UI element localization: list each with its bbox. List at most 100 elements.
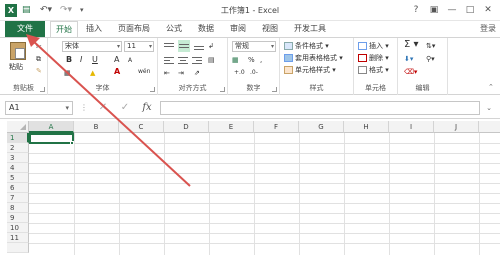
font-color-button[interactable]: A: [114, 67, 120, 77]
maximize-icon[interactable]: □: [464, 4, 476, 16]
format-as-table-button[interactable]: 套用表格格式 ▾: [284, 53, 343, 63]
spreadsheet-grid[interactable]: A B C D E F G H I J 1 2 3 4 5 6 7 8 9 10…: [0, 121, 500, 255]
shrink-font-button[interactable]: A: [128, 56, 132, 66]
tab-review[interactable]: 审阅: [230, 21, 246, 37]
conditional-formatting-button[interactable]: 条件格式 ▾: [284, 41, 329, 51]
number-format-combo[interactable]: 常规 ▾: [232, 41, 276, 52]
increase-indent-icon[interactable]: ⇥: [178, 68, 184, 78]
column-header-b[interactable]: B: [74, 121, 119, 133]
bold-button[interactable]: B: [66, 55, 72, 65]
column-header-f[interactable]: F: [254, 121, 299, 133]
formula-input[interactable]: [160, 101, 480, 115]
expand-formula-bar-icon[interactable]: ⌄: [484, 101, 494, 115]
row-header-4[interactable]: 4: [7, 163, 29, 173]
tab-view[interactable]: 视图: [262, 21, 278, 37]
column-header-d[interactable]: D: [164, 121, 209, 133]
format-cells-label: 格式: [369, 66, 383, 74]
column-header-g[interactable]: G: [299, 121, 344, 133]
number-format-value: 常规: [235, 42, 249, 50]
tab-page-layout[interactable]: 页面布局: [118, 21, 150, 37]
row-header-8[interactable]: 8: [7, 203, 29, 213]
active-cell-a1[interactable]: [29, 133, 74, 144]
column-header-h[interactable]: H: [344, 121, 389, 133]
tab-insert[interactable]: 插入: [86, 21, 102, 37]
decrease-decimal-icon[interactable]: .0-: [250, 68, 258, 78]
percent-button[interactable]: %: [248, 55, 255, 65]
align-left-icon[interactable]: [164, 56, 174, 64]
wrap-text-icon[interactable]: ↲: [208, 41, 214, 51]
border-icon[interactable]: ▦: [64, 68, 71, 78]
underline-button[interactable]: U: [92, 55, 98, 65]
ribbon-display-options-icon[interactable]: ▣: [428, 4, 440, 16]
row-header-3[interactable]: 3: [7, 153, 29, 163]
find-select-icon[interactable]: ⚲▾: [426, 54, 435, 64]
font-name-combo[interactable]: 宋体 ▾: [62, 41, 122, 52]
minimize-icon[interactable]: —: [446, 4, 458, 16]
column-header-a[interactable]: A: [29, 121, 74, 133]
row-header-5[interactable]: 5: [7, 173, 29, 183]
row-header-1[interactable]: 1: [7, 133, 29, 143]
cancel-button[interactable]: ✕: [96, 101, 110, 115]
column-header-j[interactable]: J: [434, 121, 479, 133]
format-cells-button[interactable]: 格式 ▾: [358, 65, 389, 75]
login-link[interactable]: 登录: [480, 23, 496, 34]
middle-align-icon[interactable]: [178, 40, 190, 52]
column-header-e[interactable]: E: [209, 121, 254, 133]
paste-icon[interactable]: [10, 42, 26, 60]
fill-color-icon[interactable]: ▲: [90, 68, 95, 78]
close-icon[interactable]: ✕: [482, 4, 494, 16]
row-header-2[interactable]: 2: [7, 143, 29, 153]
tab-file[interactable]: 文件: [5, 21, 45, 37]
font-size-combo[interactable]: 11 ▾: [124, 41, 154, 52]
accounting-format-icon[interactable]: ▦: [232, 55, 239, 65]
grow-font-button[interactable]: A: [114, 55, 119, 65]
row-header-7[interactable]: 7: [7, 193, 29, 203]
format-painter-icon[interactable]: ✎: [36, 66, 42, 76]
alignment-launcher-icon[interactable]: [220, 87, 225, 92]
align-center-icon[interactable]: [178, 56, 188, 64]
cell-styles-button[interactable]: 单元格样式 ▾: [284, 65, 336, 75]
row-header-6[interactable]: 6: [7, 183, 29, 193]
clipboard-launcher-icon[interactable]: [40, 87, 45, 92]
collapse-ribbon-icon[interactable]: ⌃: [488, 82, 494, 92]
autosum-button[interactable]: Σ ▾: [404, 40, 419, 50]
font-launcher-icon[interactable]: [150, 87, 155, 92]
top-align-icon[interactable]: [164, 42, 174, 51]
sort-filter-icon[interactable]: ⇅▾: [426, 41, 435, 51]
decrease-indent-icon[interactable]: ⇤: [164, 68, 170, 78]
increase-decimal-icon[interactable]: +.0: [234, 68, 245, 78]
row-header-9[interactable]: 9: [7, 213, 29, 223]
tab-developer[interactable]: 开发工具: [294, 21, 326, 37]
help-button[interactable]: ?: [410, 4, 422, 16]
merge-center-icon[interactable]: ▤: [208, 55, 215, 65]
orientation-icon[interactable]: ⇗: [194, 68, 200, 78]
font-group: 宋体 ▾ 11 ▾ B I U A A ▦ ▲ A wén 字体: [48, 38, 158, 95]
tab-home[interactable]: 开始: [50, 21, 78, 38]
select-all-button[interactable]: [7, 121, 29, 133]
formula-bar-splitter-icon[interactable]: ⋮: [80, 101, 88, 115]
row-header-11[interactable]: 11: [7, 233, 29, 243]
paste-button[interactable]: 粘贴: [9, 62, 23, 72]
alignment-label: 对齐方式: [178, 84, 207, 92]
align-right-icon[interactable]: [192, 56, 202, 64]
insert-function-button[interactable]: fx: [140, 101, 154, 115]
italic-button[interactable]: I: [80, 55, 82, 65]
row-header-10[interactable]: 10: [7, 223, 29, 233]
comma-button[interactable]: ,: [260, 55, 262, 65]
tab-data[interactable]: 数据: [198, 21, 214, 37]
column-header-i[interactable]: I: [389, 121, 434, 133]
fill-icon[interactable]: ⬇▾: [404, 54, 413, 64]
tab-formulas[interactable]: 公式: [166, 21, 182, 37]
cut-icon[interactable]: ✂: [36, 42, 42, 52]
phonetic-guide-button[interactable]: wén: [138, 67, 150, 77]
insert-cells-button[interactable]: 插入 ▾: [358, 41, 389, 51]
bottom-align-icon[interactable]: [194, 42, 204, 51]
clear-icon[interactable]: ⌫▾: [404, 67, 417, 77]
name-box[interactable]: A1 ▾: [5, 101, 73, 115]
number-launcher-icon[interactable]: [272, 87, 277, 92]
column-header-c[interactable]: C: [119, 121, 164, 133]
enter-button[interactable]: ✓: [118, 101, 132, 115]
delete-cells-button[interactable]: 删除 ▾: [358, 53, 389, 63]
copy-icon[interactable]: ⧉: [36, 54, 41, 64]
fill-handle[interactable]: [70, 141, 74, 145]
